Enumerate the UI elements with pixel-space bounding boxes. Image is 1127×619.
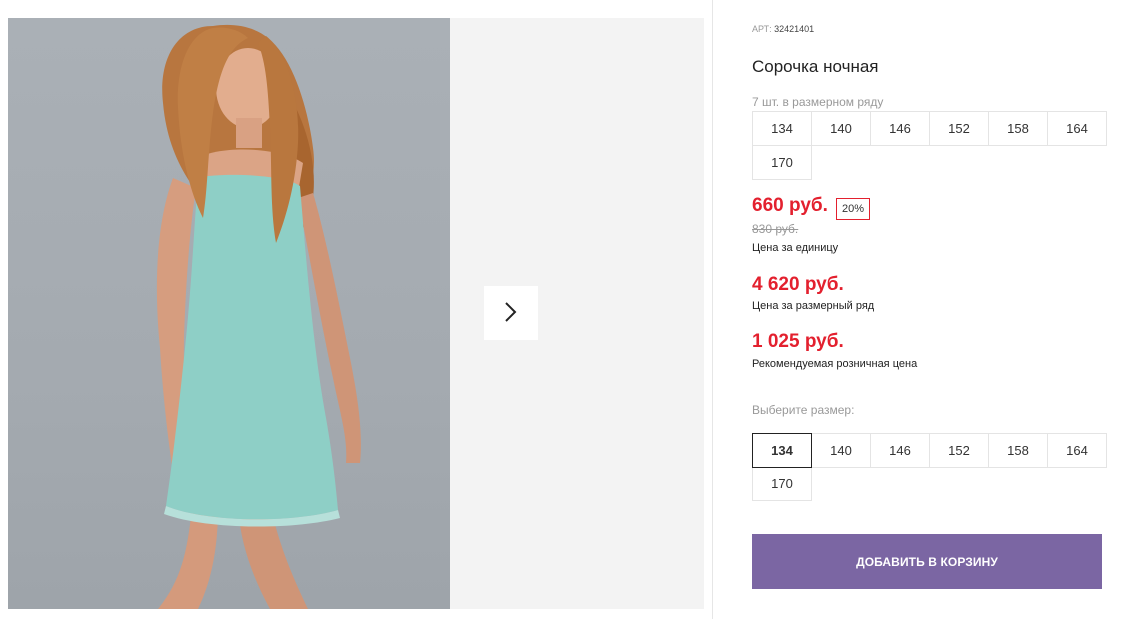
unit-price-caption: Цена за единицу [752,242,839,254]
size-row-cell: 140 [811,111,871,146]
sku-label: АРТ: [752,24,772,34]
choose-size-label: Выберите размер: [752,403,855,417]
sku: АРТ: 32421401 [752,24,814,34]
size-option-158[interactable]: 158 [988,433,1048,468]
size-option-146[interactable]: 146 [870,433,930,468]
size-option-170[interactable]: 170 [752,466,812,501]
size-option-164[interactable]: 164 [1047,433,1107,468]
product-photo[interactable] [8,18,450,609]
panel-divider [712,0,713,619]
chevron-right-icon [504,301,518,326]
size-option-140[interactable]: 140 [811,433,871,468]
row-price-caption: Цена за размерный ряд [752,300,875,312]
product-photo-illustration [156,24,361,609]
size-row-cell: 158 [988,111,1048,146]
size-row-note: 7 шт. в размерном ряду [752,95,884,109]
old-price: 830 руб. [752,222,799,236]
add-to-cart-button[interactable]: ДОБАВИТЬ В КОРЗИНУ [752,534,1102,589]
size-option-152[interactable]: 152 [929,433,989,468]
size-option-134[interactable]: 134 [752,433,812,468]
size-row-cell: 134 [752,111,812,146]
size-row-cell: 170 [752,145,812,180]
size-row-cell: 146 [870,111,930,146]
size-row-cell: 164 [1047,111,1107,146]
sku-value: 32421401 [774,24,815,34]
gallery-next-button[interactable] [484,286,538,340]
discount-badge: 20% [836,198,871,220]
product-title: Сорочка ночная [752,57,879,76]
row-price: 4 620 руб. [752,274,844,295]
product-gallery [8,18,704,609]
current-price: 660 руб. [752,195,828,216]
retail-price-caption: Рекомендуемая розничная цена [752,358,918,370]
size-row-cell: 152 [929,111,989,146]
retail-price: 1 025 руб. [752,331,844,352]
